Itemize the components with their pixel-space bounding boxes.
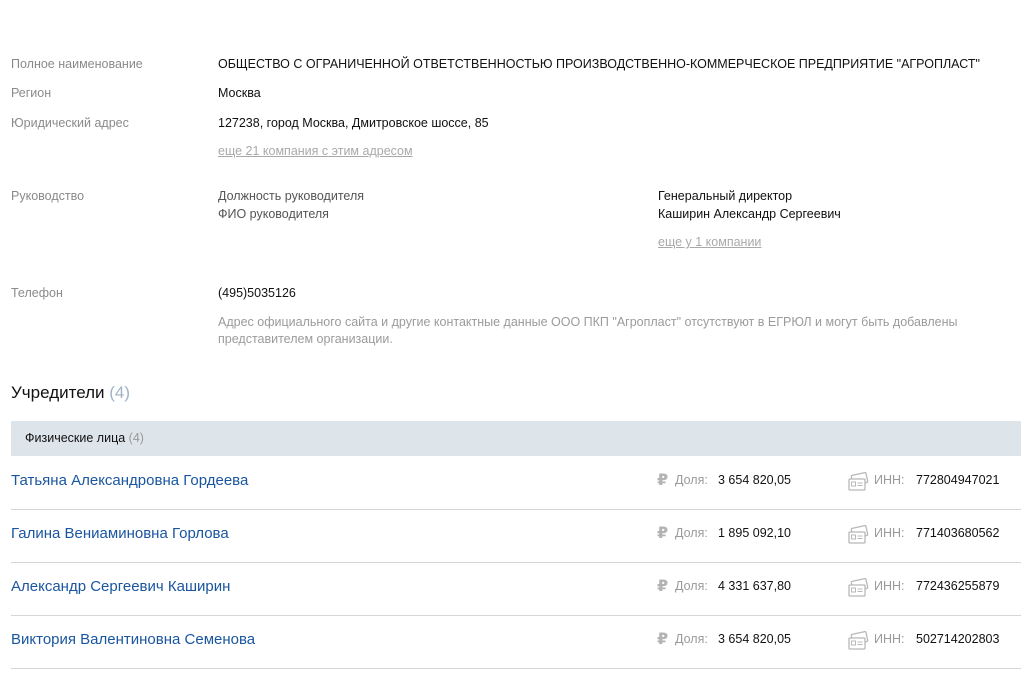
share-label: Доля: [675,473,708,487]
id-card-icon [848,525,869,544]
phone-label: Телефон [11,286,63,300]
position-label: Должность руководителя [218,189,365,203]
ruble-icon: ₽ [657,631,669,648]
share-value: 1 895 092,10 [718,526,791,540]
id-card-icon [848,631,869,650]
full-name-value: ОБЩЕСТВО С ОГРАНИЧЕННОЙ ОТВЕТСТВЕННОСТЬЮ… [218,57,980,71]
inn-value: 771403680562 [916,526,1000,540]
fio-value: Каширин Александр Сергеевич [658,207,841,221]
manager-other-companies-link[interactable]: еще у 1 компании [658,235,761,249]
ruble-icon: ₽ [657,525,669,542]
share-label: Доля: [675,579,708,593]
inn-label: ИНН: [874,526,905,540]
founder-name-link[interactable]: Галина Вениаминовна Горлова [11,525,229,542]
inn-value: 772436255879 [916,579,1000,593]
founder-row: Галина Вениаминовна Горлова ₽ Доля: 1 89… [11,509,1021,563]
individuals-subheader: Физические лица (4) [11,421,1021,456]
full-name-label: Полное наименование [11,57,143,71]
founder-name-link[interactable]: Александр Сергеевич Каширин [11,578,230,595]
founders-title: Учредители (4) [11,383,130,403]
inn-value: 772804947021 [916,473,1000,487]
management-label: Руководство [11,189,85,203]
founder-row: Татьяна Александровна Гордеева ₽ Доля: 3… [11,456,1021,510]
individuals-count: (4) [128,431,144,445]
individuals-label: Физические лица [25,431,126,445]
inn-label: ИНН: [874,473,905,487]
phone-value: (495)5035126 [218,286,296,300]
inn-value: 502714202803 [916,632,1000,646]
contacts-note: Адрес официального сайта и другие контак… [218,315,958,346]
founder-row: Александр Сергеевич Каширин ₽ Доля: 4 33… [11,562,1021,616]
region-label: Регион [11,86,52,100]
share-value: 4 331 637,80 [718,579,791,593]
individuals-label-wrap: Физические лица (4) [25,431,144,445]
region-value: Москва [218,86,261,100]
founder-name-link[interactable]: Татьяна Александровна Гордеева [11,472,248,489]
fio-label: ФИО руководителя [218,207,329,221]
share-label: Доля: [675,526,708,540]
address-value: 127238, город Москва, Дмитровское шоссе,… [218,116,489,130]
founders-title-text: Учредители [11,383,105,402]
inn-label: ИНН: [874,579,905,593]
same-address-link[interactable]: еще 21 компания с этим адресом [218,144,413,158]
founder-name-link[interactable]: Виктория Валентиновна Семенова [11,631,255,648]
founders-count: (4) [109,383,131,402]
founder-row: Виктория Валентиновна Семенова ₽ Доля: 3… [11,615,1021,669]
address-label: Юридический адрес [11,116,129,130]
id-card-icon [848,472,869,491]
ruble-icon: ₽ [657,578,669,595]
share-value: 3 654 820,05 [718,473,791,487]
id-card-icon [848,578,869,597]
share-label: Доля: [675,632,708,646]
share-value: 3 654 820,05 [718,632,791,646]
position-value: Генеральный директор [658,189,793,203]
ruble-icon: ₽ [657,472,669,489]
inn-label: ИНН: [874,632,905,646]
